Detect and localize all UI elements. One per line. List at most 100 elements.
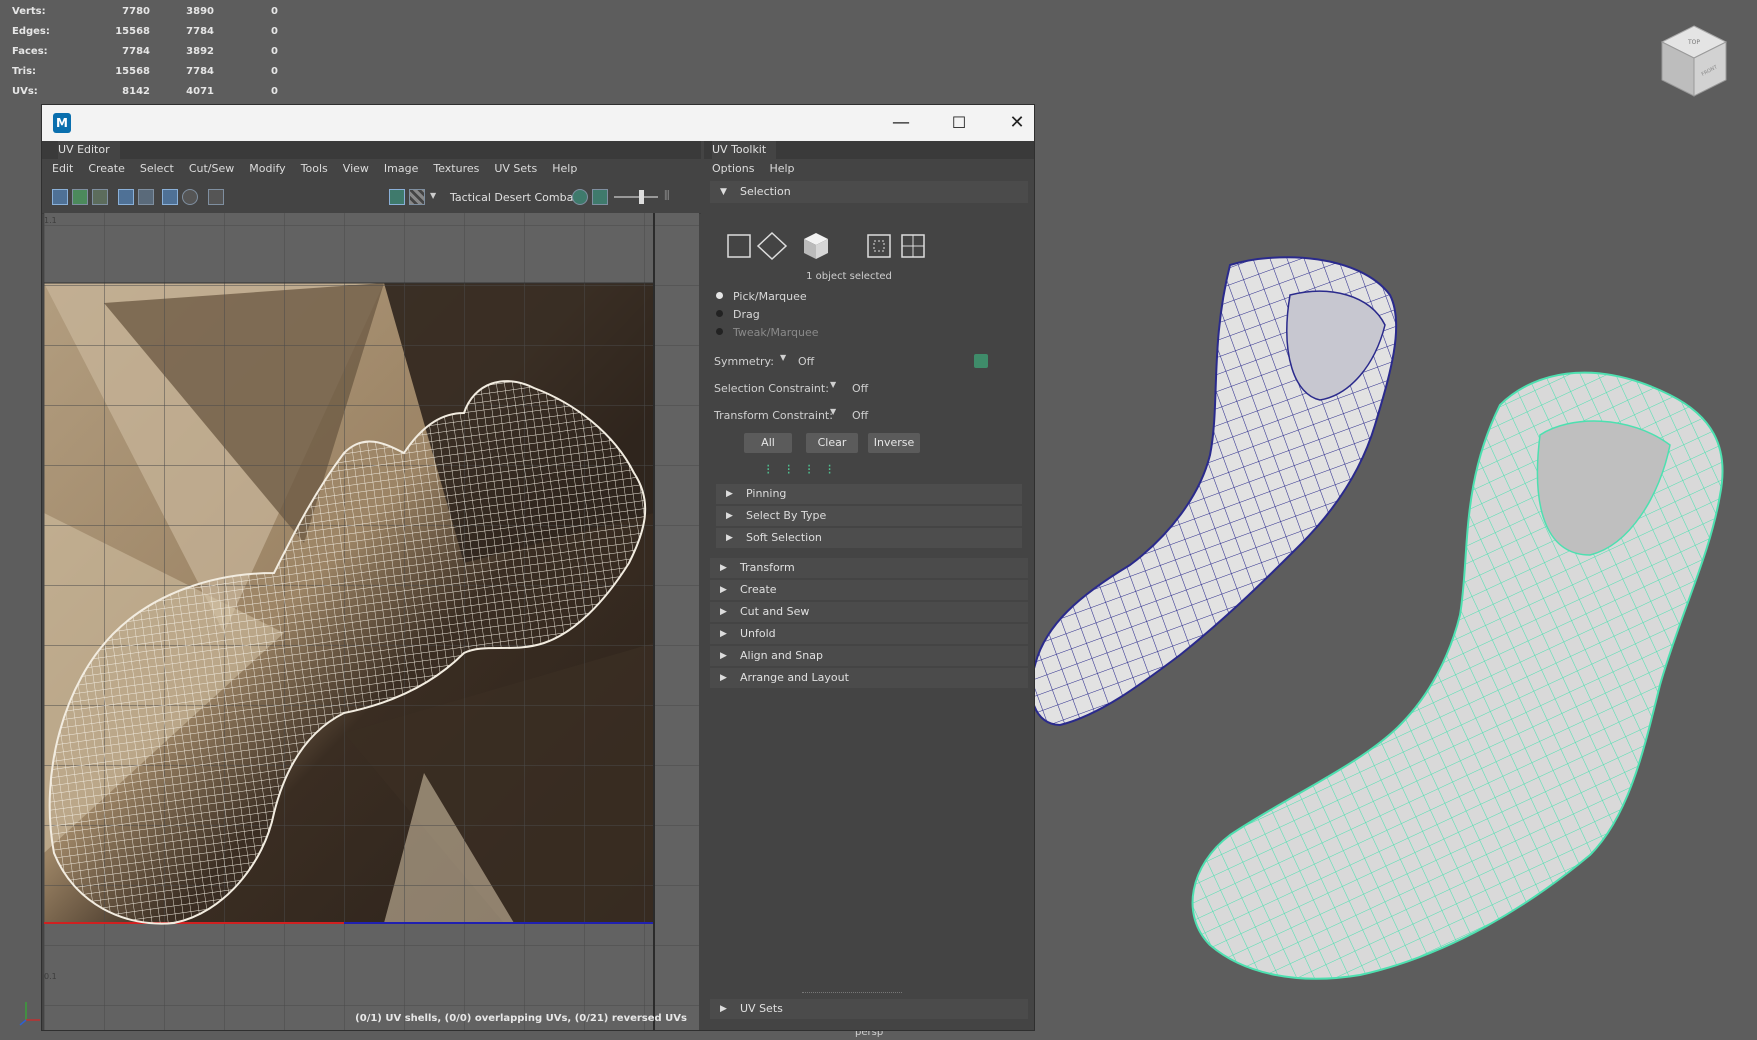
uv-shell-icon[interactable] bbox=[52, 189, 68, 205]
section-align-and-snap[interactable]: ▶ Align and Snap bbox=[710, 646, 1028, 666]
uv-canvas[interactable]: 1.1 0.1 bbox=[44, 213, 699, 1030]
selection-constraint-dropdown-icon[interactable]: ▼ bbox=[830, 380, 836, 389]
uv-mode-icon[interactable] bbox=[867, 234, 891, 258]
hud-value: 7784 bbox=[186, 26, 214, 37]
toolkit-menu-options[interactable]: Options bbox=[712, 159, 754, 179]
grid-icon[interactable] bbox=[162, 189, 178, 205]
hud-row-faces: Faces: 7784 3892 0 bbox=[12, 42, 278, 62]
symmetry-dropdown-icon[interactable]: ▼ bbox=[780, 353, 786, 362]
section-cut-and-sew[interactable]: ▶ Cut and Sew bbox=[710, 602, 1028, 622]
boot-model[interactable] bbox=[1030, 256, 1398, 727]
mode-tweak-marquee[interactable]: Tweak/Marquee bbox=[716, 324, 819, 342]
hud-label: Verts: bbox=[12, 6, 46, 17]
invert-selection-button[interactable]: Inverse bbox=[868, 433, 920, 453]
menu-modify[interactable]: Modify bbox=[249, 159, 285, 179]
menu-cut-sew[interactable]: Cut/Sew bbox=[189, 159, 234, 179]
symmetry-label: Symmetry: bbox=[714, 355, 774, 368]
brightness-slider-handle[interactable] bbox=[639, 190, 644, 204]
resize-handle[interactable] bbox=[802, 992, 902, 993]
uv-axis-bottom-label: 0.1 bbox=[44, 972, 57, 981]
uv-toolkit-tab[interactable]: UV Toolkit bbox=[704, 141, 1034, 159]
menu-view[interactable]: View bbox=[343, 159, 369, 179]
section-unfold[interactable]: ▶ Unfold bbox=[710, 624, 1028, 644]
menu-select[interactable]: Select bbox=[140, 159, 174, 179]
shade-icon[interactable] bbox=[182, 189, 198, 205]
hud-value: 3892 bbox=[186, 46, 214, 57]
section-align-and-snap-label: Align and Snap bbox=[740, 649, 823, 662]
subsection-pinning[interactable]: ▶ Pinning bbox=[716, 484, 1022, 504]
menu-edit[interactable]: Edit bbox=[52, 159, 73, 179]
section-uv-sets[interactable]: ▶ UV Sets bbox=[710, 999, 1028, 1019]
panel-expand-icon[interactable]: ⦀ bbox=[664, 189, 670, 204]
subsection-soft-selection-label: Soft Selection bbox=[746, 531, 822, 544]
uv-shell-mode-icon[interactable] bbox=[901, 234, 925, 258]
minimize-button[interactable]: — bbox=[872, 105, 930, 141]
uv-editor-tab[interactable]: UV Editor bbox=[42, 141, 701, 159]
collapsed-triangle-icon: ▶ bbox=[720, 629, 727, 639]
expanded-triangle-icon: ▼ bbox=[720, 187, 727, 197]
transform-constraint-value[interactable]: Off bbox=[852, 409, 868, 422]
hud-value: 0 bbox=[271, 26, 278, 37]
menu-help[interactable]: Help bbox=[552, 159, 577, 179]
image-icon[interactable] bbox=[592, 189, 608, 205]
mode-tweak-marquee-label: Tweak/Marquee bbox=[733, 326, 819, 339]
texture-display-icon[interactable] bbox=[389, 189, 405, 205]
vertex-mode-icon[interactable] bbox=[727, 234, 751, 258]
close-button[interactable]: ✕ bbox=[988, 105, 1046, 141]
hud-label: Edges: bbox=[12, 26, 50, 37]
uv-editor-panel: UV Editor Edit Create Select Cut/Sew Mod… bbox=[42, 141, 701, 1030]
hud-value: 7780 bbox=[122, 6, 150, 17]
uv-distortion-icon[interactable] bbox=[92, 189, 108, 205]
symmetry-settings-icon[interactable] bbox=[974, 354, 988, 368]
maya-app-icon: M bbox=[53, 113, 71, 133]
collapsed-triangle-icon: ▶ bbox=[720, 563, 727, 573]
mode-drag[interactable]: Drag bbox=[716, 306, 760, 324]
clear-selection-button[interactable]: Clear bbox=[806, 433, 858, 453]
uv-texture-view[interactable]: 1.1 0.1 (0/1) UV shells, (0/0) overlappi… bbox=[44, 213, 699, 1030]
camera-snapshot-icon[interactable] bbox=[208, 189, 224, 205]
uv-editor-window[interactable]: M — ☐ ✕ UV Editor Edit Create Select Cut… bbox=[42, 105, 1034, 1030]
checker-icon[interactable] bbox=[409, 189, 425, 205]
maximize-button[interactable]: ☐ bbox=[930, 105, 988, 141]
collapsed-triangle-icon: ▶ bbox=[720, 607, 727, 617]
subsection-soft-selection[interactable]: ▶ Soft Selection bbox=[716, 528, 1022, 548]
menu-uv-sets[interactable]: UV Sets bbox=[494, 159, 537, 179]
transform-constraint-dropdown-icon[interactable]: ▼ bbox=[830, 407, 836, 416]
window-titlebar[interactable]: M — ☐ ✕ bbox=[42, 105, 1034, 141]
uv-display-icon[interactable] bbox=[72, 189, 88, 205]
menu-textures[interactable]: Textures bbox=[433, 159, 479, 179]
section-arrange-and-layout[interactable]: ▶ Arrange and Layout bbox=[710, 668, 1028, 688]
selection-info: 1 object selected bbox=[806, 271, 892, 282]
section-arrange-and-layout-label: Arrange and Layout bbox=[740, 671, 849, 684]
menu-tools[interactable]: Tools bbox=[301, 159, 328, 179]
face-mode-icon[interactable] bbox=[804, 233, 828, 259]
selection-constraint-value[interactable]: Off bbox=[852, 382, 868, 395]
toolkit-menu-help[interactable]: Help bbox=[769, 159, 794, 179]
texture-sync-icon[interactable] bbox=[572, 189, 588, 205]
uv-toolkit-tab-label: UV Toolkit bbox=[712, 141, 777, 159]
symmetry-value[interactable]: Off bbox=[798, 355, 814, 368]
hud-value: 15568 bbox=[115, 26, 150, 37]
section-create-label: Create bbox=[740, 583, 777, 596]
texture-name[interactable]: Tactical Desert Comba bbox=[450, 191, 573, 204]
select-all-button[interactable]: All bbox=[744, 433, 792, 453]
grow-shrink-icons[interactable]: ⁝⁝⁝⁝ bbox=[766, 462, 848, 478]
view-cube-icon[interactable]: TOP FRONT bbox=[1658, 22, 1730, 100]
collapsed-triangle-icon: ▶ bbox=[720, 1004, 727, 1014]
viewport-boot-models[interactable] bbox=[1030, 255, 1740, 995]
section-create[interactable]: ▶ Create bbox=[710, 580, 1028, 600]
pixel-snap-icon[interactable] bbox=[138, 189, 154, 205]
axis-gizmo-icon bbox=[19, 1002, 40, 1026]
subsection-select-by-type[interactable]: ▶ Select By Type bbox=[716, 506, 1022, 526]
menu-create[interactable]: Create bbox=[88, 159, 125, 179]
edge-mode-icon[interactable] bbox=[756, 231, 788, 261]
section-selection[interactable]: ▼ Selection bbox=[710, 181, 1028, 203]
hud-value: 7784 bbox=[122, 46, 150, 57]
hud-value: 7784 bbox=[186, 66, 214, 77]
menu-image[interactable]: Image bbox=[384, 159, 418, 179]
brightness-slider[interactable] bbox=[614, 196, 658, 198]
grid-snap-icon[interactable] bbox=[118, 189, 134, 205]
texture-dropdown-arrow-icon[interactable]: ▼ bbox=[430, 191, 436, 200]
mode-pick-marquee[interactable]: Pick/Marquee bbox=[716, 288, 807, 306]
section-transform[interactable]: ▶ Transform bbox=[710, 558, 1028, 578]
